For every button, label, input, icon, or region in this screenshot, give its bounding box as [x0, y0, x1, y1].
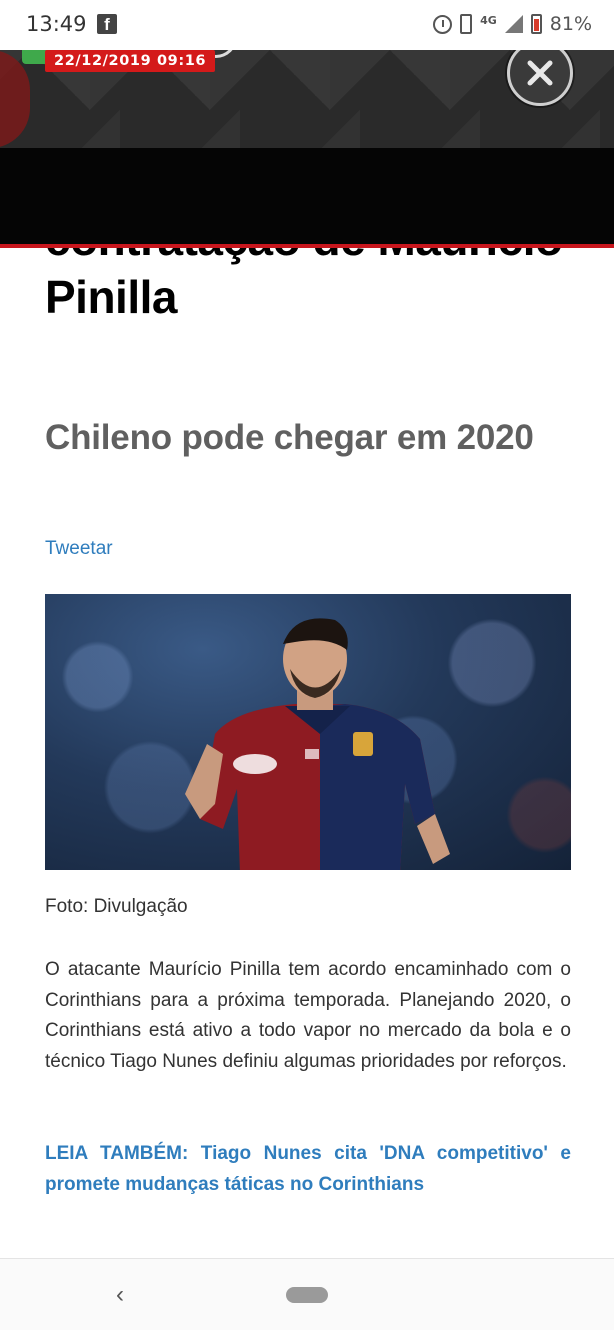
- battery-icon: [530, 14, 542, 34]
- article-subtitle: Chileno pode chegar em 2020: [45, 418, 534, 457]
- photo-caption: Foto: Divulgação: [45, 896, 188, 917]
- signal-icon: [504, 15, 523, 33]
- screen: 13:49 f 4G 81% Corinthians encaminha con…: [0, 0, 614, 1330]
- date-badge: 22/12/2019 09:16: [45, 50, 216, 72]
- status-icons: 4G 81%: [433, 13, 592, 35]
- facebook-icon: f: [97, 14, 117, 34]
- player-figure: [185, 618, 450, 870]
- banner-black-strip: [0, 148, 614, 244]
- status-bar: 13:49 f 4G 81%: [0, 0, 614, 50]
- banner-red-line: [0, 244, 614, 248]
- alarm-icon: [433, 14, 453, 34]
- article-body: O atacante Maurício Pinilla tem acordo e…: [45, 959, 571, 1072]
- tweet-link[interactable]: Tweetar: [45, 538, 113, 560]
- navigation-bar: ‹: [0, 1258, 614, 1330]
- back-button[interactable]: ‹: [116, 1281, 124, 1309]
- vibrate-icon: [460, 14, 473, 34]
- home-pill-button[interactable]: [286, 1287, 328, 1303]
- network-type: 4G: [480, 13, 497, 27]
- battery-percent: 81%: [549, 13, 592, 35]
- close-icon: [527, 60, 553, 86]
- related-article-link[interactable]: LEIA TAMBÉM: Tiago Nunes cita 'DNA compe…: [45, 1139, 571, 1200]
- status-time: 13:49: [26, 12, 87, 36]
- article-photo: [45, 594, 571, 870]
